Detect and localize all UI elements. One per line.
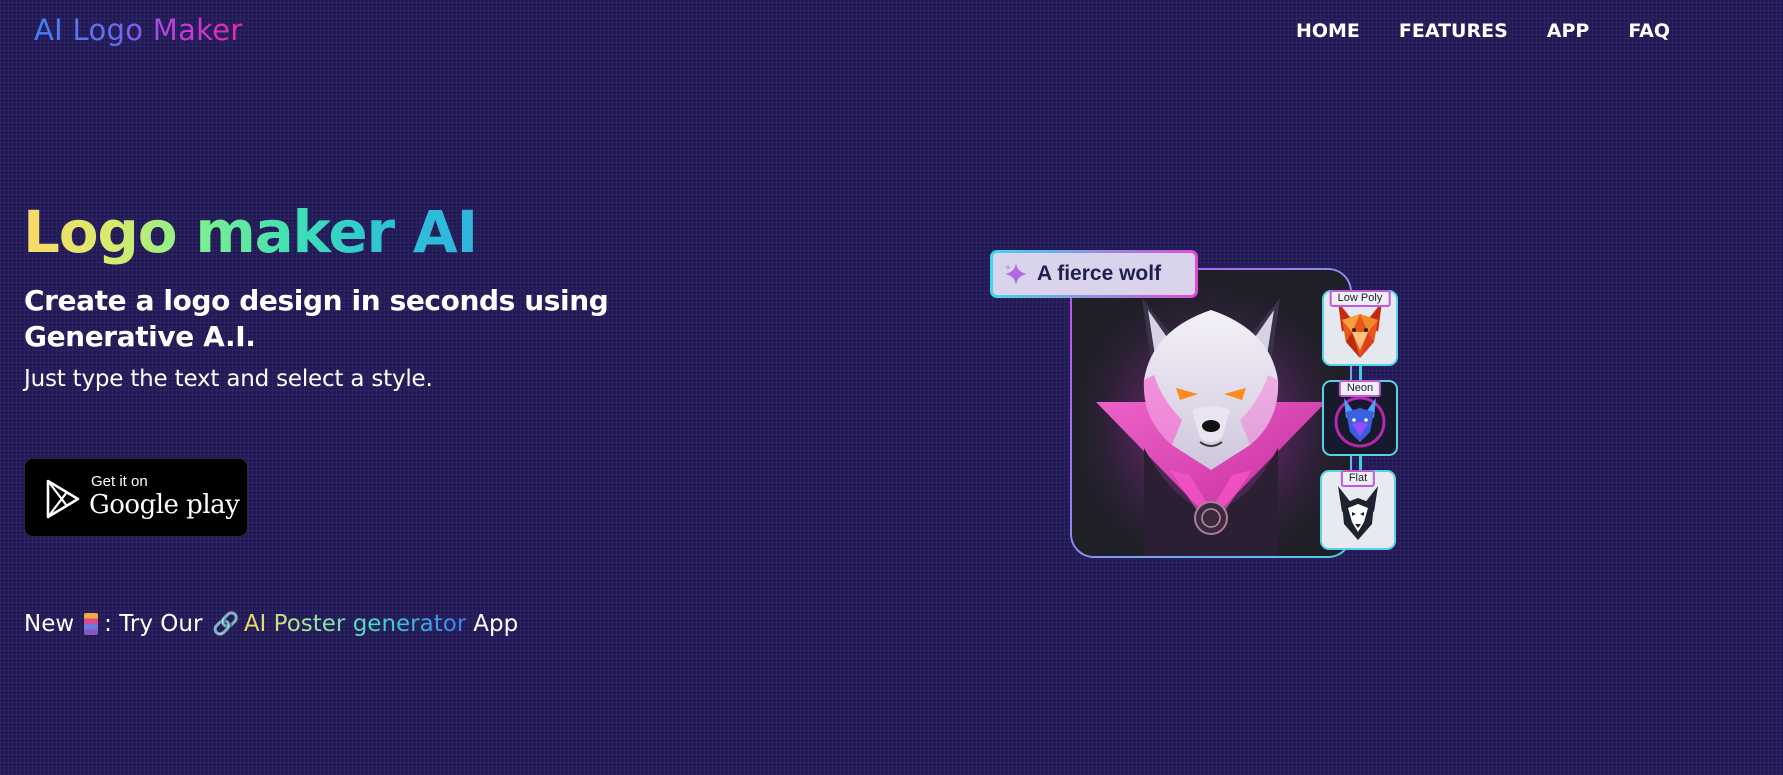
prompt-input-pill: A fierce wolf [990,250,1198,298]
promo-line: New : Try Our 🔗 AI Poster generator App [24,611,518,637]
google-play-badge[interactable]: Get it on Google play [24,458,248,537]
style-label-flat: Flat [1340,470,1376,487]
phone-emoji-icon [84,613,99,635]
nav-faq[interactable]: FAQ [1628,20,1670,42]
hero-title: Logo maker AI [23,198,478,266]
promo-new-label: New [24,611,75,637]
poster-generator-link[interactable]: AI Poster generator [244,611,466,637]
prompt-text: A fierce wolf [1037,262,1162,285]
hero-subtitle: Create a logo design in seconds using Ge… [24,284,609,353]
promo-suffix: App [473,611,519,637]
badge-small-text: Get it on [91,473,148,490]
brand-logo[interactable]: AI Logo Maker [34,13,243,47]
play-store-icon [46,479,80,519]
wolf-logo-preview [1070,268,1352,558]
nav-home[interactable]: HOME [1296,20,1360,42]
style-card-flat: Flat [1320,470,1396,550]
top-nav: HOME FEATURES APP FAQ [1296,20,1670,42]
wolf-logo-image [1072,270,1350,556]
style-connector [1359,456,1362,470]
sparkle-icon [1005,263,1027,285]
style-connector [1359,366,1362,380]
nav-app[interactable]: APP [1547,20,1590,42]
hero-illustration: A fierce wolf Low Poly Neon Flat [986,248,1406,568]
hero-description: Just type the text and select a style. [24,366,433,392]
style-label-neon: Neon [1338,380,1382,397]
style-card-low-poly: Low Poly [1322,290,1398,366]
link-icon: 🔗 [212,611,240,637]
badge-big-text: Google play [89,490,240,520]
nav-features[interactable]: FEATURES [1399,20,1508,42]
promo-try-text: : Try Our [104,611,203,637]
style-card-neon: Neon [1322,380,1398,456]
style-label-low-poly: Low Poly [1329,290,1391,307]
